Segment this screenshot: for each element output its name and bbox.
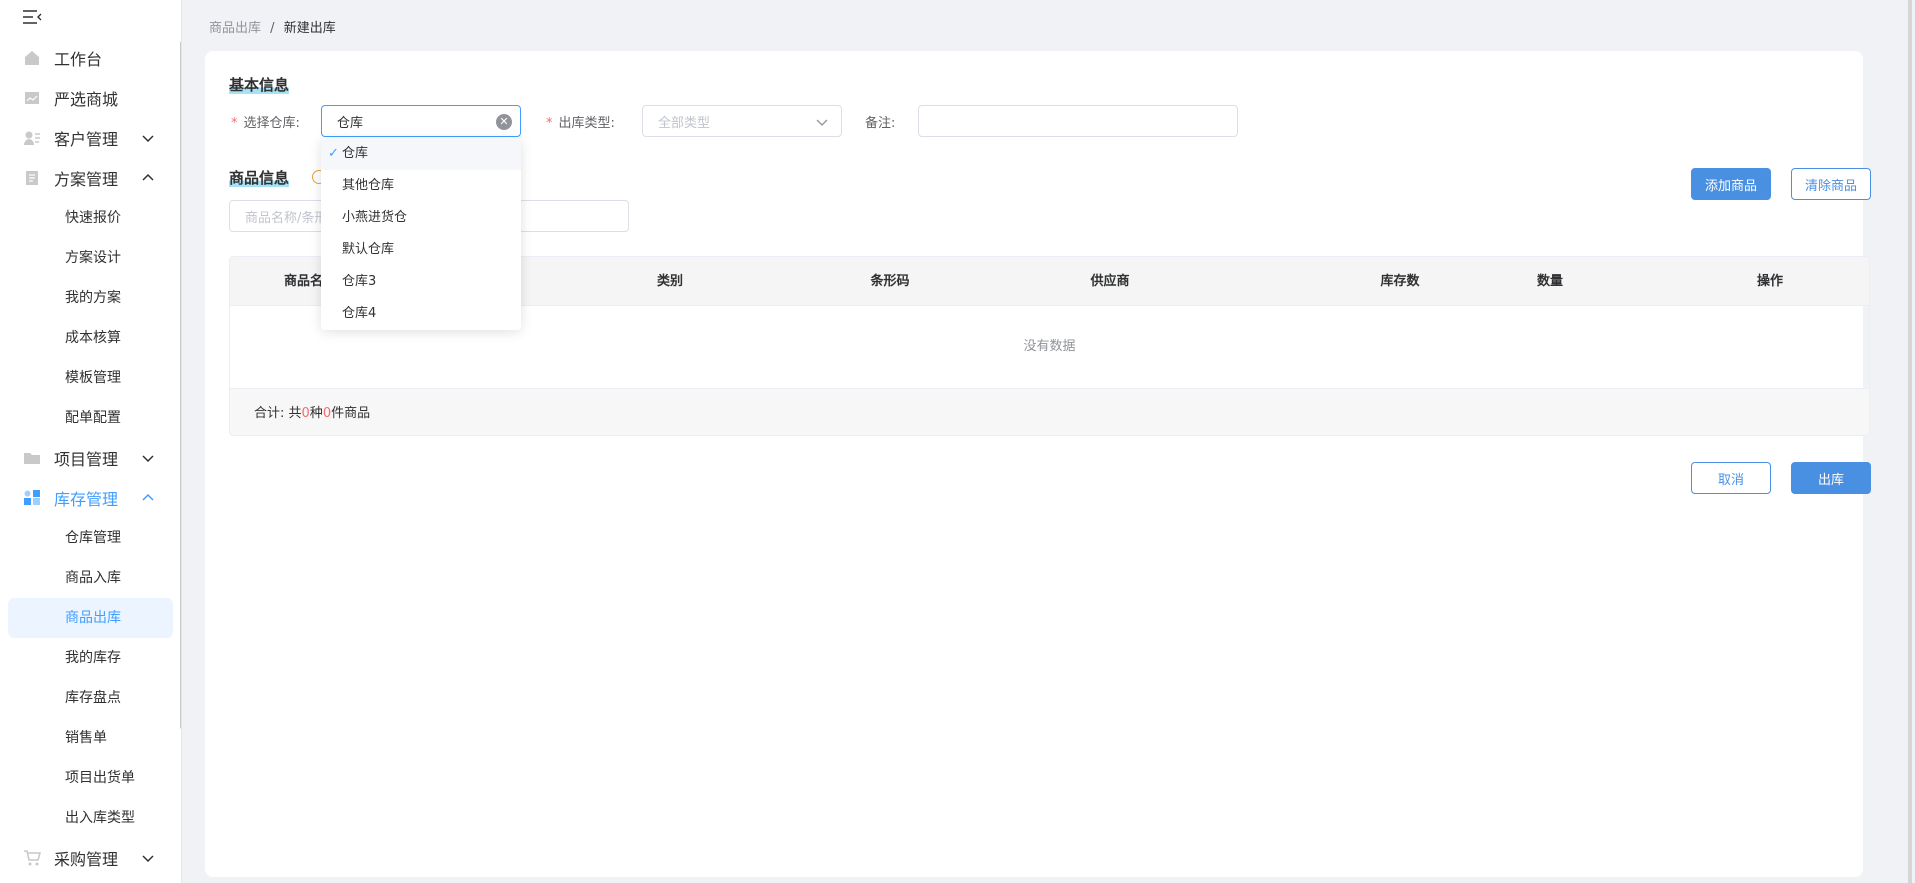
sub-item-order-config[interactable]: 配单配置	[0, 398, 180, 438]
menu-label: 项目管理	[54, 450, 119, 469]
menu-label: 客户管理	[54, 130, 119, 149]
sub-item-warehouse[interactable]: 仓库管理	[0, 518, 180, 558]
sub-item-my-stock[interactable]: 我的库存	[0, 638, 180, 678]
add-goods-button[interactable]: 添加商品	[1691, 168, 1771, 200]
cancel-button[interactable]: 取消	[1691, 462, 1771, 494]
summary-mid: 种	[309, 406, 323, 421]
document-icon	[22, 168, 42, 188]
inventory-icon	[22, 488, 42, 508]
summary-kinds: 0	[301, 406, 310, 421]
chevron-up-icon	[142, 173, 154, 181]
sub-item-io-types[interactable]: 出入库类型	[0, 798, 180, 838]
clear-icon[interactable]: ✕	[496, 114, 512, 130]
menu-item-customer[interactable]: 客户管理	[0, 118, 180, 158]
sub-item-stocktake[interactable]: 库存盘点	[0, 678, 180, 718]
breadcrumb-current: 新建出库	[283, 21, 336, 36]
basic-info-title: 基本信息	[229, 76, 290, 94]
column-header: 操作	[1756, 274, 1783, 289]
submit-out-button[interactable]: 出库	[1791, 462, 1871, 494]
sub-item-cost[interactable]: 成本核算	[0, 318, 180, 358]
sub-item-project-shipment[interactable]: 项目出货单	[0, 758, 180, 798]
chevron-down-icon	[142, 455, 154, 463]
clear-goods-button[interactable]: 清除商品	[1791, 168, 1871, 200]
column-header: 供应商	[1090, 274, 1130, 289]
remark-label: 备注:	[865, 116, 896, 131]
dropdown-option[interactable]: 默认仓库	[321, 234, 521, 266]
dropdown-option[interactable]: 仓库4	[321, 298, 521, 330]
menu-label: 方案管理	[54, 170, 119, 189]
column-header: 类别	[656, 274, 683, 289]
menu-item-plan[interactable]: 方案管理	[0, 158, 180, 198]
dropdown-option[interactable]: 小燕进货仓	[321, 202, 521, 234]
out-type-select[interactable]: 全部类型	[642, 105, 842, 137]
warehouse-dropdown: ✓ 仓库 其他仓库 小燕进货仓 默认仓库 仓库3 仓库4	[321, 138, 521, 330]
customer-icon	[22, 128, 42, 148]
dropdown-option[interactable]: ✓ 仓库	[321, 138, 521, 170]
sub-item-quick-quote[interactable]: 快速报价	[0, 198, 180, 238]
sub-item-templates[interactable]: 模板管理	[0, 358, 180, 398]
menu-item-project[interactable]: 项目管理	[0, 438, 180, 478]
sub-item-sales-order[interactable]: 销售单	[0, 718, 180, 758]
menu-item-purchase[interactable]: 采购管理	[0, 838, 180, 878]
menu-label: 库存管理	[54, 490, 119, 509]
column-header: 条形码	[870, 274, 910, 289]
dropdown-option[interactable]: 仓库3	[321, 266, 521, 298]
chevron-down-icon	[816, 119, 828, 126]
cart-icon	[22, 848, 42, 868]
sub-item-my-plans[interactable]: 我的方案	[0, 278, 180, 318]
dropdown-option[interactable]: 其他仓库	[321, 170, 521, 202]
sidebar: 工作台 严选商城 客户管理 方案管理 快速报价 方案设计 我的方案 成本核算 模…	[0, 0, 182, 883]
menu-collapse-icon[interactable]	[22, 9, 44, 27]
home-icon	[22, 48, 42, 68]
remark-input[interactable]	[918, 105, 1238, 137]
chevron-up-icon	[142, 493, 154, 501]
menu-item-workbench[interactable]: 工作台	[0, 38, 180, 78]
menu-label: 工作台	[54, 50, 103, 69]
page-scrollbar[interactable]	[1908, 0, 1912, 883]
warehouse-select[interactable]: 仓库 ✕	[321, 105, 521, 137]
goods-info-title: 商品信息	[229, 169, 290, 187]
column-header: 数量	[1536, 274, 1563, 289]
store-icon	[22, 88, 42, 108]
chevron-down-icon	[142, 855, 154, 863]
out-type-label: * 出库类型:	[546, 116, 615, 131]
sub-item-plan-design[interactable]: 方案设计	[0, 238, 180, 278]
table-summary: 合计: 共0种0件商品	[230, 388, 1869, 435]
breadcrumb-parent[interactable]: 商品出库	[209, 21, 261, 36]
menu-label: 采购管理	[54, 850, 119, 869]
breadcrumb: 商品出库 / 新建出库	[209, 17, 336, 36]
warehouse-select-value: 仓库	[337, 115, 364, 131]
summary-prefix: 合计: 共	[254, 406, 302, 421]
menu-label: 严选商城	[54, 90, 119, 109]
column-header: 库存数	[1380, 274, 1420, 289]
menu-item-store[interactable]: 严选商城	[0, 78, 180, 118]
menu-item-inventory[interactable]: 库存管理	[0, 478, 180, 518]
out-type-placeholder: 全部类型	[658, 115, 711, 131]
breadcrumb-separator: /	[270, 21, 275, 36]
sub-item-stock-in[interactable]: 商品入库	[0, 558, 180, 598]
summary-suffix: 件商品	[331, 406, 371, 421]
sidebar-scrollbar[interactable]	[180, 40, 181, 730]
sub-item-stock-out[interactable]: 商品出库	[8, 598, 173, 638]
warehouse-label: * 选择仓库:	[231, 116, 300, 131]
summary-count: 0	[322, 406, 332, 421]
check-icon: ✓	[328, 146, 339, 161]
chevron-down-icon	[142, 135, 154, 143]
folder-icon	[22, 448, 42, 468]
